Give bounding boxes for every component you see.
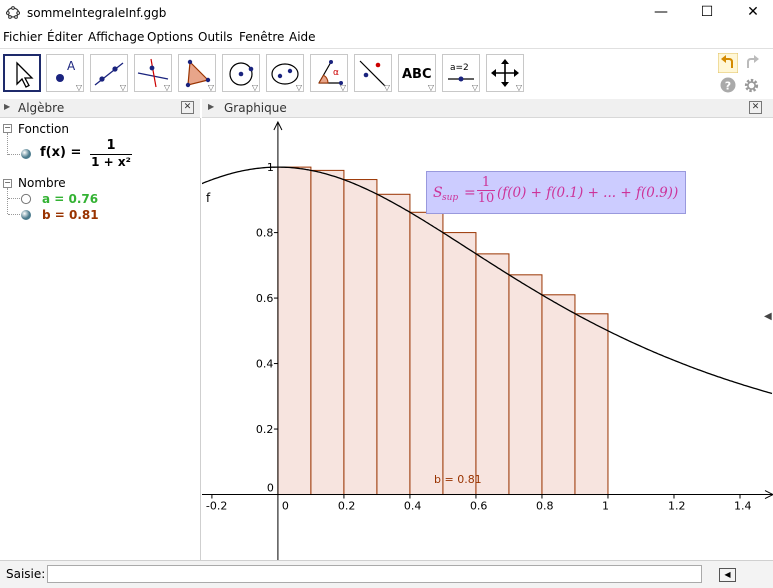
menu-editer[interactable]: Éditer <box>47 30 83 44</box>
menu-aide[interactable]: Aide <box>289 30 316 44</box>
text-tool[interactable]: ABC ▽ <box>398 54 436 92</box>
x-tick-label: 1 <box>602 500 609 513</box>
formula-fraction-numerator: 1 <box>481 175 491 190</box>
collapse-arrow-icon[interactable]: ▶ <box>4 102 10 111</box>
move-graphics-tool[interactable]: ▽ <box>486 54 524 92</box>
graphics-view[interactable]: -0.2 0 0.2 0.4 0.6 0.8 1 1.2 1.4 0 0.2 0.4 0.6 0.8 1 f… <box>201 118 773 560</box>
side-panel-toggle-icon[interactable]: ◀ <box>764 311 772 322</box>
y-tick-label: 0.4 <box>256 358 274 371</box>
formula-sum-expression: (f(0) + f(0.1) + ... + f(0.9)) <box>497 185 679 201</box>
fraction-numerator: 1 <box>106 138 116 153</box>
visibility-toggle-icon[interactable] <box>20 193 32 205</box>
perpendicular-tool[interactable]: ▽ <box>134 54 172 92</box>
input-bar: Saisie: ◀ <box>0 560 773 588</box>
group-label-fonction: Fonction <box>18 122 70 136</box>
x-tick-label: 0.4 <box>404 500 422 513</box>
svg-text:a=2: a=2 <box>450 63 469 73</box>
title-bar: sommeIntegraleInf.ggb — ☐ ✕ <box>0 0 773 26</box>
visibility-toggle-icon[interactable] <box>20 209 32 221</box>
menu-options[interactable]: Options <box>147 30 193 44</box>
formula-fraction-denominator: 10 <box>477 190 495 206</box>
maximize-button[interactable]: ☐ <box>684 0 730 24</box>
polygon-tool[interactable]: ▽ <box>178 54 216 92</box>
svg-text:A: A <box>67 59 76 73</box>
collapse-icon[interactable]: − <box>3 179 12 188</box>
input-help-toggle-icon[interactable]: ◀ <box>719 568 736 582</box>
point-tool[interactable]: A ▽ <box>46 54 84 92</box>
x-tick-label: 0.2 <box>338 500 356 513</box>
undo-icon[interactable] <box>718 53 738 73</box>
riemann-bar[interactable] <box>475 253 510 496</box>
close-button[interactable]: ✕ <box>730 0 773 24</box>
formula-box[interactable]: S sup = 1 10 (f(0) + f(0.1) + ... + f(0.… <box>426 171 686 214</box>
function-name: f(x) = <box>40 145 82 160</box>
x-tick-label: 0.6 <box>470 500 488 513</box>
group-label-nombre: Nombre <box>18 176 66 190</box>
riemann-bar[interactable] <box>574 313 609 496</box>
collapse-icon[interactable]: − <box>3 124 12 133</box>
graphics-panel-title: Graphique <box>224 101 287 115</box>
algebra-view: − Fonction f(x) = 1 1 + x² − Nombre a = … <box>0 118 201 560</box>
toolbar: A ▽ ▽ ▽ ▽ ▽ ▽ α ▽ ▽ ABC ▽ a=2 ▽ ▽ ? <box>0 48 773 99</box>
minimize-button[interactable]: — <box>638 0 684 24</box>
menu-bar: Fichier Éditer Affichage Options Outils … <box>0 27 773 47</box>
gear-icon[interactable] <box>743 77 760 94</box>
formula-lhs-subscript: sup <box>442 193 459 203</box>
graphics-panel-header: ▶ Graphique ✕ <box>202 99 773 118</box>
help-icon[interactable]: ? <box>720 77 736 93</box>
circle-tool[interactable]: ▽ <box>222 54 260 92</box>
fraction-denominator: 1 + x² <box>90 154 132 169</box>
angle-tool[interactable]: α ▽ <box>310 54 348 92</box>
algebra-panel-header: ▶ Algèbre ✕ <box>0 99 200 118</box>
visibility-toggle-icon[interactable] <box>20 148 32 160</box>
menu-affichage[interactable]: Affichage <box>88 30 144 44</box>
menu-fenetre[interactable]: Fenêtre <box>239 30 284 44</box>
riemann-bar[interactable] <box>508 274 543 496</box>
riemann-bar[interactable] <box>409 211 444 496</box>
conic-tool[interactable]: ▽ <box>266 54 304 92</box>
graphics-close-icon[interactable]: ✕ <box>749 101 762 114</box>
point-b-label: b = 0.81 <box>434 473 482 486</box>
line-tool[interactable]: ▽ <box>90 54 128 92</box>
redo-icon[interactable] <box>742 53 762 73</box>
reflect-tool[interactable]: ▽ <box>354 54 392 92</box>
svg-text:ABC: ABC <box>402 67 432 82</box>
y-tick-label: 0 <box>267 482 274 495</box>
x-tick-label: 1.4 <box>734 500 752 513</box>
riemann-bar[interactable] <box>442 232 477 496</box>
x-tick-label: 0 <box>282 500 289 513</box>
geogebra-app-icon <box>6 6 20 19</box>
svg-text:?: ? <box>725 80 731 93</box>
riemann-bar[interactable] <box>343 179 378 496</box>
menu-outils[interactable]: Outils <box>198 30 233 44</box>
collapse-arrow-icon[interactable]: ▶ <box>208 102 214 111</box>
x-tick-label: 0.8 <box>536 500 554 513</box>
x-tick-label: -0.2 <box>206 500 227 513</box>
algebra-close-icon[interactable]: ✕ <box>181 101 194 114</box>
y-tick-label: 0.6 <box>256 292 274 305</box>
riemann-bar[interactable] <box>541 294 576 496</box>
input-bar-field[interactable] <box>47 565 702 583</box>
slider-value-b[interactable]: b = 0.81 <box>42 208 99 222</box>
algebra-panel-title: Algèbre <box>18 101 65 115</box>
y-tick-label: 0.8 <box>256 227 274 240</box>
x-tick-label: 1.2 <box>668 500 686 513</box>
menu-fichier[interactable]: Fichier <box>3 30 42 44</box>
function-label: f <box>206 191 211 205</box>
y-tick-label: 0.2 <box>256 423 274 436</box>
cursor-arrow-icon <box>16 61 34 88</box>
svg-text:α: α <box>333 68 339 78</box>
riemann-bar[interactable] <box>310 169 345 496</box>
slider-value-a[interactable]: a = 0.76 <box>42 192 98 206</box>
formula-equals: = <box>464 185 476 201</box>
window-title: sommeIntegraleInf.ggb <box>27 6 167 20</box>
slider-tool[interactable]: a=2 ▽ <box>442 54 480 92</box>
move-tool[interactable] <box>3 54 41 92</box>
input-bar-label: Saisie: <box>6 567 46 581</box>
riemann-bar[interactable] <box>376 193 411 496</box>
riemann-bar[interactable] <box>277 166 312 496</box>
